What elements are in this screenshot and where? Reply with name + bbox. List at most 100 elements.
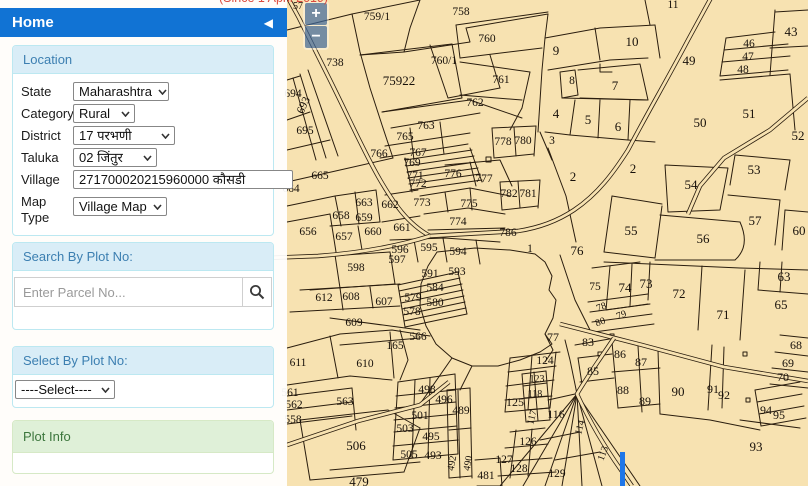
svg-text:125: 125: [506, 395, 524, 409]
svg-text:53: 53: [748, 162, 761, 177]
svg-text:1: 1: [527, 243, 533, 255]
svg-text:608: 608: [342, 291, 360, 303]
chevron-down-icon: [153, 204, 162, 210]
svg-text:656: 656: [299, 226, 317, 238]
svg-text:123: 123: [530, 374, 545, 385]
taluka-row: Taluka 02 जिंतुर: [21, 148, 265, 167]
svg-text:660: 660: [364, 226, 382, 238]
plot-number-select[interactable]: ----Select----: [15, 380, 115, 399]
svg-text:54: 54: [685, 177, 699, 192]
svg-text:591: 591: [421, 268, 439, 280]
svg-text:124: 124: [536, 355, 554, 367]
category-value: Rural: [79, 106, 110, 122]
svg-text:9: 9: [553, 43, 560, 58]
svg-text:479: 479: [349, 474, 369, 486]
svg-text:46: 46: [743, 38, 755, 50]
chevron-down-icon: [143, 155, 152, 161]
svg-text:47: 47: [742, 51, 754, 63]
district-label: District: [21, 126, 73, 144]
svg-text:609: 609: [345, 317, 363, 329]
district-select[interactable]: 17 परभणी: [73, 126, 175, 145]
svg-text:71: 71: [717, 307, 730, 322]
svg-text:87: 87: [635, 355, 647, 369]
zoom-in-button[interactable]: +: [305, 3, 327, 25]
svg-text:93: 93: [750, 439, 763, 454]
svg-text:43: 43: [785, 24, 798, 39]
svg-text:506: 506: [346, 438, 366, 453]
svg-text:8: 8: [569, 75, 575, 87]
svg-text:95: 95: [773, 408, 785, 422]
svg-text:74: 74: [619, 280, 633, 295]
svg-text:658: 658: [332, 210, 350, 222]
svg-text:5: 5: [585, 112, 592, 127]
svg-text:89: 89: [639, 394, 651, 408]
parcel-number-input[interactable]: [14, 277, 242, 307]
district-row: District 17 परभणी: [21, 126, 265, 145]
taluka-select[interactable]: 02 जिंतुर: [73, 148, 157, 167]
state-select[interactable]: Maharashtra: [73, 82, 169, 101]
chevron-down-icon: [101, 387, 110, 393]
map-type-value: Village Map: [79, 199, 147, 215]
svg-text:86: 86: [614, 347, 626, 361]
svg-text:760: 760: [478, 33, 496, 45]
search-by-plot-panel: Search By Plot No:: [12, 242, 274, 330]
svg-text:69: 69: [782, 356, 794, 370]
category-label: Category: [21, 104, 73, 122]
svg-text:129: 129: [548, 468, 566, 480]
svg-text:85: 85: [587, 364, 599, 378]
sidebar: Home ◀ Location State Maharashtra Catego…: [0, 0, 287, 486]
select-by-plot-title: Select By Plot No:: [13, 347, 273, 375]
search-by-plot-title: Search By Plot No:: [13, 243, 273, 271]
svg-text:780: 780: [514, 135, 532, 147]
location-form: State Maharashtra Category Rural Distric…: [13, 74, 273, 235]
state-row: State Maharashtra: [21, 82, 265, 101]
svg-text:88: 88: [617, 383, 629, 397]
select-by-plot-body: ----Select----: [13, 375, 273, 407]
search-by-plot-body: [13, 271, 273, 329]
svg-text:68: 68: [790, 338, 802, 352]
svg-text:90: 90: [672, 384, 685, 399]
svg-text:663: 663: [355, 197, 373, 209]
svg-text:3: 3: [549, 135, 555, 147]
svg-text:774: 774: [449, 216, 467, 228]
svg-text:493: 493: [424, 450, 442, 462]
svg-text:777: 777: [475, 173, 493, 185]
svg-text:597: 597: [388, 254, 406, 266]
svg-text:77: 77: [547, 330, 559, 344]
svg-text:776: 776: [444, 168, 462, 180]
svg-text:10: 10: [626, 34, 639, 49]
svg-text:11: 11: [667, 0, 678, 11]
home-title: Home: [12, 14, 54, 31]
village-label: Village: [21, 170, 73, 188]
svg-text:75922: 75922: [383, 73, 416, 88]
state-value: Maharashtra: [79, 84, 152, 100]
village-select[interactable]: 271700020215960000 कौसडी: [73, 170, 293, 189]
highlighted-feature: [620, 452, 625, 486]
svg-text:70: 70: [777, 370, 789, 384]
svg-text:595: 595: [420, 242, 438, 254]
map-type-row: Map Type Village Map: [21, 192, 265, 226]
svg-text:738: 738: [326, 57, 344, 69]
svg-text:51: 51: [743, 106, 756, 121]
svg-text:94: 94: [760, 403, 772, 417]
map-type-select[interactable]: Village Map: [73, 197, 167, 216]
map-type-label: Map Type: [21, 192, 73, 226]
collapse-sidebar-icon[interactable]: ◀: [264, 16, 273, 30]
svg-text:2: 2: [630, 161, 637, 176]
svg-text:781: 781: [519, 188, 537, 200]
svg-text:55: 55: [625, 223, 638, 238]
zoom-out-button[interactable]: −: [305, 26, 327, 48]
search-button[interactable]: [242, 277, 272, 307]
svg-text:775: 775: [460, 198, 478, 210]
svg-text:501: 501: [411, 410, 429, 422]
svg-text:778: 778: [494, 136, 512, 148]
svg-text:566: 566: [409, 331, 427, 343]
chevron-down-icon: [121, 111, 130, 117]
svg-text:165: 165: [386, 340, 404, 352]
search-icon: [249, 284, 265, 300]
category-select[interactable]: Rural: [73, 104, 135, 123]
svg-text:73: 73: [640, 276, 653, 291]
svg-text:65: 65: [775, 297, 788, 312]
svg-text:2: 2: [570, 169, 577, 184]
svg-text:481: 481: [477, 470, 495, 482]
